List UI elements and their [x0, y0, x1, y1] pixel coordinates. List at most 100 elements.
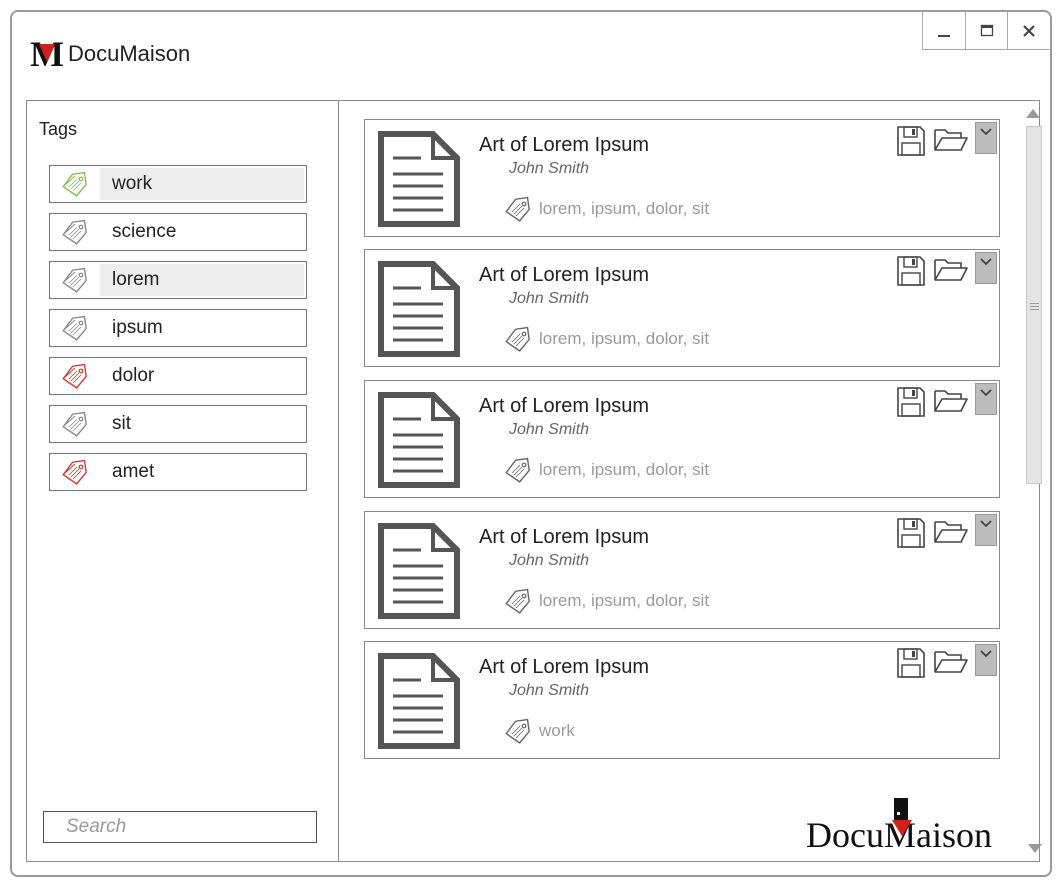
close-icon [1023, 24, 1035, 37]
document-actions [895, 120, 999, 158]
document-card[interactable]: Art of Lorem Ipsum John Smith lorem, ipsum… [364, 249, 1000, 367]
maximize-icon [980, 24, 993, 36]
document-tags: lorem, ipsum, dolor, sit [503, 457, 709, 483]
folder-open-icon [934, 651, 968, 673]
tag-label: ipsum [112, 317, 163, 338]
tag-icon [505, 457, 530, 483]
minimize-button[interactable] [923, 12, 966, 49]
tag-icon [50, 171, 100, 197]
document-actions [895, 381, 999, 419]
document-icon [378, 523, 460, 619]
folder-open-icon [934, 521, 968, 543]
document-title[interactable]: Art of Lorem Ipsum [479, 526, 649, 549]
tag-icon [505, 326, 530, 352]
open-folder-button[interactable] [933, 254, 969, 284]
document-tags-text: lorem, ipsum, dolor, sit [539, 460, 710, 479]
tag-item-lorem[interactable]: lorem [49, 261, 307, 299]
document-author: John Smith [509, 160, 590, 177]
document-title[interactable]: Art of Lorem Ipsum [479, 134, 649, 157]
close-button[interactable] [1008, 12, 1050, 49]
document-menu-dropdown[interactable] [975, 514, 997, 546]
tag-label: sit [112, 413, 131, 434]
scrollbar[interactable] [1022, 102, 1044, 860]
scroll-up-icon[interactable] [1022, 102, 1044, 124]
save-button[interactable] [895, 385, 927, 419]
tag-item-ipsum[interactable]: ipsum [49, 309, 307, 347]
document-menu-dropdown[interactable] [975, 383, 997, 415]
tag-label: dolor [112, 365, 155, 386]
document-card[interactable]: Art of Lorem Ipsum John Smith lorem, ipsum… [364, 511, 1000, 629]
document-menu-dropdown[interactable] [975, 644, 997, 676]
document-icon [378, 653, 460, 749]
app-title: DocuMaison [68, 41, 191, 66]
save-button[interactable] [895, 254, 927, 288]
document-title[interactable]: Art of Lorem Ipsum [479, 395, 649, 418]
document-author: John Smith [509, 682, 590, 699]
minimize-icon [937, 34, 950, 37]
scroll-down-icon[interactable] [1024, 838, 1046, 860]
tag-item-sit[interactable]: sit [49, 405, 307, 443]
save-icon [897, 387, 925, 417]
documents-panel: Art of Lorem Ipsum John Smith lorem, ipsum… [338, 100, 1040, 862]
document-menu-dropdown[interactable] [975, 122, 997, 154]
open-folder-button[interactable] [933, 516, 969, 546]
search-box[interactable] [43, 811, 317, 843]
title-bar: M DocuMaison [30, 36, 191, 72]
tag-label: science [112, 221, 177, 242]
save-icon [897, 518, 925, 548]
save-button[interactable] [895, 516, 927, 550]
tag-item-dolor[interactable]: dolor [49, 357, 307, 395]
document-author: John Smith [509, 552, 590, 569]
open-folder-button[interactable] [933, 124, 969, 154]
logo-red-wedge [39, 44, 55, 62]
tag-item-amet[interactable]: amet [49, 453, 307, 491]
document-tags-text: lorem, ipsum, dolor, sit [539, 199, 710, 218]
chevron-down-icon [980, 128, 992, 136]
tag-icon [50, 267, 100, 293]
tag-icon [505, 196, 530, 222]
tag-icon [50, 315, 100, 341]
document-tags-text: lorem, ipsum, dolor, sit [539, 591, 710, 610]
scrollbar-thumb[interactable] [1026, 126, 1042, 484]
tag-item-science[interactable]: science [49, 213, 307, 251]
document-tags: lorem, ipsum, dolor, sit [503, 196, 709, 222]
document-author: John Smith [509, 421, 590, 438]
tags-heading: Tags [39, 119, 78, 139]
document-card[interactable]: Art of Lorem Ipsum John Smith work [364, 641, 1000, 759]
save-icon [897, 256, 925, 286]
save-icon [897, 648, 925, 678]
save-icon [897, 126, 925, 156]
folder-open-icon [934, 390, 968, 412]
open-folder-button[interactable] [933, 385, 969, 415]
chevron-down-icon [980, 520, 992, 528]
document-icon [378, 131, 460, 227]
document-card[interactable]: Art of Lorem Ipsum John Smith lorem, ipsum… [364, 380, 1000, 498]
document-tags: lorem, ipsum, dolor, sit [503, 588, 709, 614]
tags-panel: Tags work science lorem ipsum dolor sit amet [26, 100, 338, 862]
save-button[interactable] [895, 124, 927, 158]
search-input[interactable] [64, 815, 316, 839]
maximize-button[interactable] [966, 12, 1009, 49]
document-actions [895, 512, 999, 550]
tag-label: amet [112, 461, 155, 482]
document-card[interactable]: Art of Lorem Ipsum John Smith lorem, ipsum… [364, 119, 1000, 237]
document-tags: lorem, ipsum, dolor, sit [503, 326, 709, 352]
folder-open-icon [934, 129, 968, 151]
app-logo: M [30, 36, 64, 72]
open-folder-button[interactable] [933, 646, 969, 676]
chevron-down-icon [980, 258, 992, 266]
tag-icon [50, 363, 100, 389]
document-title[interactable]: Art of Lorem Ipsum [479, 264, 649, 287]
document-icon [378, 392, 460, 488]
save-button[interactable] [895, 646, 927, 680]
document-title[interactable]: Art of Lorem Ipsum [479, 656, 649, 679]
tag-list: work science lorem ipsum dolor sit amet [49, 165, 307, 501]
tag-icon [505, 588, 530, 614]
document-menu-dropdown[interactable] [975, 252, 997, 284]
document-tags-text: lorem, ipsum, dolor, sit [539, 329, 710, 348]
tag-icon [50, 459, 100, 485]
tag-item-work[interactable]: work [49, 165, 307, 203]
tag-label: lorem [100, 264, 304, 296]
document-icon [378, 261, 460, 357]
document-tags-text: work [539, 721, 575, 740]
